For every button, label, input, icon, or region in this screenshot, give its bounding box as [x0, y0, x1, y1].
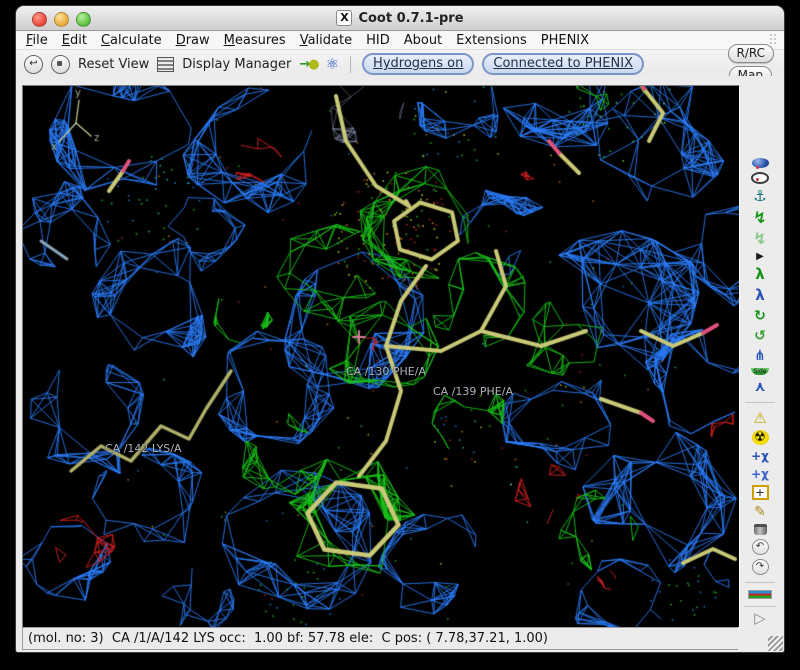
- menu-draw[interactable]: Draw: [176, 33, 210, 48]
- display-manager-icon[interactable]: [157, 57, 174, 72]
- torsion-general-icon[interactable]: ↺: [750, 328, 770, 344]
- zoom-button[interactable]: [76, 12, 91, 27]
- menu-validate[interactable]: Validate: [300, 33, 352, 48]
- atom-label: CA /139 PHE/A: [433, 385, 513, 398]
- right-toolbar-separator: [744, 606, 776, 607]
- keyboard-flag-icon[interactable]: [748, 590, 772, 599]
- run-icon[interactable]: ▷: [754, 611, 766, 625]
- toolbar-separator: [745, 402, 775, 403]
- rrc-button[interactable]: R/RC: [728, 44, 775, 63]
- refine-zone-icon[interactable]: ↯: [750, 209, 770, 226]
- hydrogens-toggle-button[interactable]: Hydrogens on: [362, 53, 474, 75]
- fixed-atoms-icon[interactable]: ▶: [750, 251, 770, 262]
- main-area: CA /130 PHE/ACA /139 PHE/ACA /142 LYS/A …: [16, 76, 784, 629]
- close-button[interactable]: [32, 12, 47, 27]
- menu-bar: File Edit Calculate Draw Measures Validate HID…: [16, 31, 784, 50]
- side-chain-180-icon[interactable]: Side: [751, 368, 769, 375]
- toolbar-separator: [745, 582, 775, 583]
- x11-icon: X: [336, 10, 352, 26]
- menu-hid[interactable]: HID: [366, 33, 390, 48]
- menu-file[interactable]: File: [26, 33, 48, 48]
- view-sphere-icon[interactable]: [752, 158, 769, 168]
- app-window: X Coot 0.7.1-pre File Edit Calculate Draw Me…: [16, 6, 784, 652]
- view-back-icon[interactable]: ↩: [24, 55, 43, 74]
- menu-calculate[interactable]: Calculate: [101, 33, 162, 48]
- atom-label: CA /130 PHE/A: [346, 365, 426, 378]
- jed-flip-icon[interactable]: ⋏: [750, 379, 770, 395]
- minimize-button[interactable]: [54, 12, 69, 27]
- menu-measures[interactable]: Measures: [224, 33, 286, 48]
- modelling-toolbar: ⚓ ↯ ↯ ▶ λλ ↻ ↺ ⋔ Side ⋏ ⚠ ☢ +χ +χ + ✎ ↶ ↷: [740, 158, 780, 599]
- regularize-zone-icon[interactable]: ↯: [750, 230, 770, 247]
- flip-peptide-icon[interactable]: ⋔: [750, 348, 770, 364]
- edit-chi-angles-icon[interactable]: ↻: [750, 308, 770, 324]
- anchor-icon[interactable]: ⚓: [750, 188, 770, 205]
- add-terminal-residue-icon[interactable]: +χ: [750, 449, 770, 463]
- mutate-icon[interactable]: ⚠: [750, 409, 770, 426]
- goto-atom-icon[interactable]: →●: [299, 57, 317, 72]
- toolbar: ↩ Reset View Display Manager →● ⚛ Hydrog…: [16, 50, 784, 79]
- window-title: Coot 0.7.1-pre: [358, 11, 463, 26]
- recentre-icon[interactable]: [751, 172, 769, 184]
- place-atom-icon[interactable]: +: [752, 485, 769, 500]
- redo-icon[interactable]: ↷: [752, 559, 769, 575]
- menu-extensions[interactable]: Extensions: [456, 33, 527, 48]
- title-bar[interactable]: X Coot 0.7.1-pre: [16, 6, 784, 31]
- simple-mutate-icon[interactable]: ☢: [752, 430, 769, 445]
- toolbar-separator: [350, 56, 351, 73]
- brush-icon[interactable]: ✎: [750, 504, 770, 520]
- resize-grip[interactable]: [768, 636, 783, 651]
- gl-viewport[interactable]: CA /130 PHE/A CA /139 PHE/A CA /142 LYS/A: [22, 85, 740, 628]
- delete-item-icon[interactable]: [754, 524, 767, 535]
- status-bar: (mol. no: 3) CA /1/A/142 LYS occ: 1.00 b…: [22, 627, 738, 650]
- menu-edit[interactable]: Edit: [62, 33, 87, 48]
- auto-fit-rotamer-icon[interactable]: λ: [750, 266, 770, 283]
- view-target-icon[interactable]: [51, 55, 70, 74]
- molecular-scene-canvas[interactable]: [23, 86, 739, 627]
- display-manager-button[interactable]: Display Manager: [182, 57, 291, 72]
- goto-ligand-icon[interactable]: ⚛: [326, 55, 339, 73]
- phenix-connection-button[interactable]: Connected to PHENIX: [482, 53, 644, 75]
- status-text: (mol. no: 3) CA /1/A/142 LYS occ: 1.00 b…: [28, 631, 548, 646]
- add-alt-conf-icon[interactable]: +χ: [750, 467, 770, 481]
- menu-about[interactable]: About: [404, 33, 442, 48]
- reset-view-button[interactable]: Reset View: [78, 57, 149, 72]
- menu-phenix[interactable]: PHENIX: [541, 33, 589, 48]
- undo-icon[interactable]: ↶: [752, 539, 769, 555]
- rotamers-icon[interactable]: λ: [750, 287, 770, 304]
- drag-grip-icon[interactable]: [770, 34, 778, 46]
- atom-label: CA /142 LYS/A: [105, 442, 182, 455]
